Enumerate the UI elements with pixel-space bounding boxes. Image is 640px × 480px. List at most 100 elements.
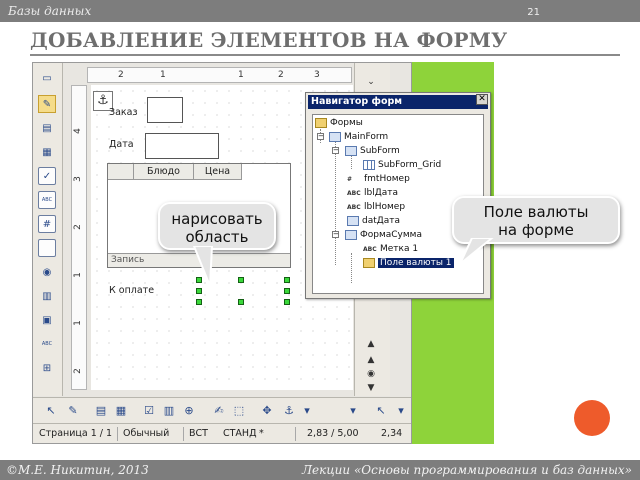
scroll-up-icon[interactable]: ▲: [363, 339, 379, 353]
tree-node-label: Метка 1: [380, 244, 419, 254]
chevron-down-icon[interactable]: ▾: [299, 403, 315, 419]
tree-line: [351, 253, 352, 283]
resize-handle[interactable]: [284, 277, 290, 283]
form-navigator-title[interactable]: Навигатор форм: [308, 95, 488, 109]
ruler-tick: 3: [72, 176, 83, 182]
resize-handle[interactable]: [284, 288, 290, 294]
tree-line: [335, 141, 336, 265]
status-size: 2,34: [381, 428, 403, 439]
design-mode-icon[interactable]: ✎: [65, 403, 81, 419]
radio-button-tool-icon[interactable]: ◉: [38, 263, 56, 281]
form-icon[interactable]: ▦: [113, 403, 129, 419]
scroll-up-icon[interactable]: ▲: [363, 355, 379, 369]
button-tool-icon[interactable]: [38, 239, 56, 257]
scroll-down-icon[interactable]: ▼: [363, 383, 379, 397]
orange-decor-circle: [574, 400, 610, 436]
order-field[interactable]: [147, 97, 183, 123]
cursor-icon[interactable]: ↖: [373, 403, 389, 419]
status-bar: Страница 1 / 1 Обычный ВСТ СТАНД * 2,83 …: [33, 423, 411, 443]
callout-pointer: [459, 238, 494, 265]
slide-header-bar: [0, 0, 640, 22]
label-icon: ABC: [363, 245, 377, 253]
date-label[interactable]: Дата: [109, 139, 134, 150]
focus-icon[interactable]: ⬚: [231, 403, 247, 419]
tree-node-fmt-nomer[interactable]: # fmtНомер: [347, 173, 410, 185]
label-icon: ABC: [347, 203, 361, 211]
select-icon[interactable]: ↖: [43, 403, 59, 419]
navigator-icon[interactable]: ⊕: [181, 403, 197, 419]
tree-node-subform-grid[interactable]: SubForm_Grid: [363, 159, 441, 171]
order-label[interactable]: Заказ: [109, 107, 138, 118]
collapse-icon[interactable]: −: [317, 133, 324, 140]
resize-handle[interactable]: [238, 299, 244, 305]
date-field[interactable]: [145, 133, 219, 159]
horizontal-ruler: 2 1 1 2 3: [87, 67, 352, 83]
status-divider: [295, 427, 296, 441]
tree-node-mainform[interactable]: MainForm: [329, 131, 388, 143]
tree-node-label: datДата: [362, 216, 401, 226]
tree-node-label: fmtНомер: [364, 174, 410, 184]
open-design-icon[interactable]: ✍: [211, 403, 227, 419]
label-icon: ABC: [347, 189, 361, 197]
scroll-icon[interactable]: ▾: [345, 403, 361, 419]
formatted-field-icon: #: [347, 175, 353, 183]
ruler-tick: 2: [72, 368, 83, 374]
numeric-field-tool-icon[interactable]: #: [38, 215, 56, 233]
status-page: Страница 1 / 1: [39, 428, 113, 439]
status-selection-mode[interactable]: СТАНД: [223, 428, 257, 439]
ruler-tick: 1: [72, 320, 83, 326]
resize-handle[interactable]: [196, 288, 202, 294]
tree-node-forma-summa[interactable]: ФормаСумма: [345, 229, 422, 241]
collapse-icon[interactable]: −: [332, 147, 339, 154]
resize-handle[interactable]: [238, 277, 244, 283]
tree-node-pole-valyuty[interactable]: Поле валюты 1: [363, 257, 454, 269]
tab-order-icon[interactable]: ☑: [141, 403, 157, 419]
grid-column-dish[interactable]: Блюдо: [134, 164, 194, 180]
control-icon[interactable]: ▤: [93, 403, 109, 419]
title-divider: [30, 54, 620, 56]
text-tool-icon[interactable]: ABC: [38, 335, 56, 353]
footer-copyright: ©М.Е. Никитин, 2013: [6, 463, 149, 477]
collapse-icon[interactable]: −: [332, 231, 339, 238]
tree-node-dat-data[interactable]: datДата: [347, 215, 400, 227]
select-arrow-icon[interactable]: ▭: [38, 69, 56, 87]
ruler-tick: 2: [118, 70, 124, 80]
control-properties-icon[interactable]: ▤: [38, 119, 56, 137]
tree-node-forms[interactable]: Формы: [315, 117, 363, 129]
status-divider: [183, 427, 184, 441]
combobox-tool-icon[interactable]: ▣: [38, 311, 56, 329]
scroll-icon[interactable]: ▾: [393, 403, 409, 419]
resize-handle[interactable]: [284, 299, 290, 305]
anchor-icon[interactable]: ⚓: [281, 403, 297, 419]
slide-header-text: Базы данных: [8, 4, 92, 18]
form-properties-icon[interactable]: ▦: [38, 143, 56, 161]
tree-node-subform[interactable]: SubForm: [345, 145, 400, 157]
more-controls-icon[interactable]: ⊞: [38, 359, 56, 377]
resize-handle[interactable]: [196, 299, 202, 305]
position-size-icon[interactable]: ✥: [259, 403, 275, 419]
status-insert-mode[interactable]: ВСТ: [189, 428, 208, 439]
pay-label[interactable]: К оплате: [109, 285, 154, 296]
tree-node-lbl-data[interactable]: ABC lblДата: [347, 187, 398, 199]
listbox-tool-icon[interactable]: ▥: [38, 287, 56, 305]
form-icon: [345, 145, 357, 156]
browse-object-icon[interactable]: ◉: [363, 369, 379, 383]
label-tool-icon[interactable]: ABC: [38, 191, 56, 209]
checkbox-tool-icon[interactable]: ✓: [38, 167, 56, 185]
ruler-tick: 1: [160, 70, 166, 80]
tree-node-label: SubForm_Grid: [378, 160, 442, 170]
tree-node-lbl-nomer[interactable]: ABC lblНомер: [347, 201, 405, 213]
tree-node-label: lblНомер: [364, 202, 406, 212]
close-icon[interactable]: ✕: [476, 94, 488, 105]
ruler-tick: 2: [278, 70, 284, 80]
slide-page-number: 21: [527, 7, 540, 18]
tree-node-label: ФормаСумма: [360, 230, 422, 240]
status-modified: *: [259, 428, 264, 439]
grid-column-price[interactable]: Цена: [194, 164, 242, 180]
tree-node-metka[interactable]: ABC Метка 1: [363, 243, 418, 255]
chevron-down-icon[interactable]: ⌄: [363, 77, 379, 91]
add-field-icon[interactable]: ▥: [161, 403, 177, 419]
design-mode-icon[interactable]: ✎: [38, 95, 56, 113]
callout-draw-area: нарисовать область: [158, 202, 276, 250]
currency-field-icon: [363, 257, 375, 268]
